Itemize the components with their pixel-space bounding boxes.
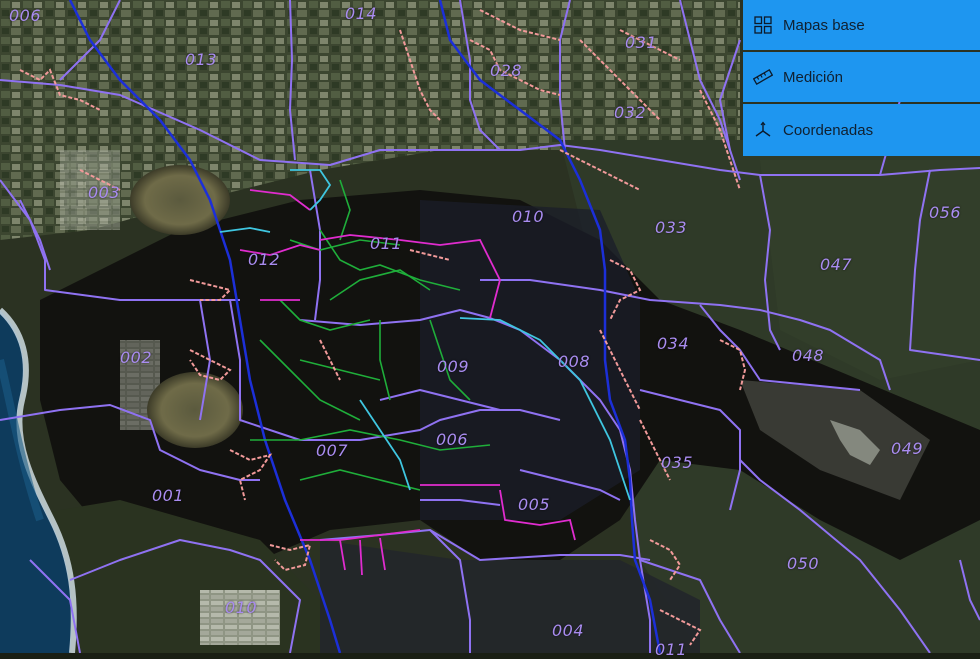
zone-label: 007 bbox=[316, 441, 349, 460]
zone-label: 047 bbox=[820, 255, 853, 274]
zone-label: 049 bbox=[891, 439, 924, 458]
zone-label: 056 bbox=[929, 203, 962, 222]
zone-label: 028 bbox=[490, 61, 523, 80]
zone-label: 002 bbox=[120, 348, 153, 367]
zone-label: 003 bbox=[88, 183, 121, 202]
basemaps-button[interactable]: Mapas base bbox=[743, 0, 980, 50]
zone-label: 013 bbox=[185, 50, 218, 69]
cyan-tracks bbox=[219, 169, 631, 501]
zone-label: 008 bbox=[558, 352, 591, 371]
zone-label: 009 bbox=[437, 357, 470, 376]
ruler-icon bbox=[753, 67, 773, 87]
quarry-area bbox=[830, 420, 880, 465]
zone-label: 005 bbox=[518, 495, 551, 514]
grid-icon bbox=[753, 15, 773, 35]
axes-icon bbox=[753, 120, 773, 140]
zone-label: 010 bbox=[225, 598, 258, 617]
zone-label: 004 bbox=[552, 621, 585, 640]
measure-label: Medición bbox=[783, 68, 844, 86]
zone-label: 035 bbox=[661, 453, 694, 472]
zone-label: 034 bbox=[657, 334, 690, 353]
measure-button[interactable]: Medición bbox=[743, 52, 980, 102]
zone-label: 033 bbox=[655, 218, 688, 237]
zone-label: 006 bbox=[436, 430, 469, 449]
zone-label: 031 bbox=[625, 33, 658, 52]
zone-label: 048 bbox=[792, 346, 825, 365]
zone-label: 001 bbox=[152, 486, 185, 505]
zone-label: 032 bbox=[614, 103, 647, 122]
zone-label: 012 bbox=[248, 250, 281, 269]
coordinates-button[interactable]: Coordenadas bbox=[743, 104, 980, 156]
zone-label: 006 bbox=[9, 6, 42, 25]
coordinates-label: Coordenadas bbox=[783, 121, 874, 139]
pink-tracks bbox=[239, 189, 576, 576]
zone-label: 050 bbox=[787, 554, 820, 573]
zone-label: 011 bbox=[370, 234, 403, 253]
zone-label: 014 bbox=[345, 4, 378, 23]
basemaps-label: Mapas base bbox=[783, 16, 865, 34]
zone-label: 011 bbox=[655, 640, 688, 659]
zone-label: 010 bbox=[512, 207, 545, 226]
